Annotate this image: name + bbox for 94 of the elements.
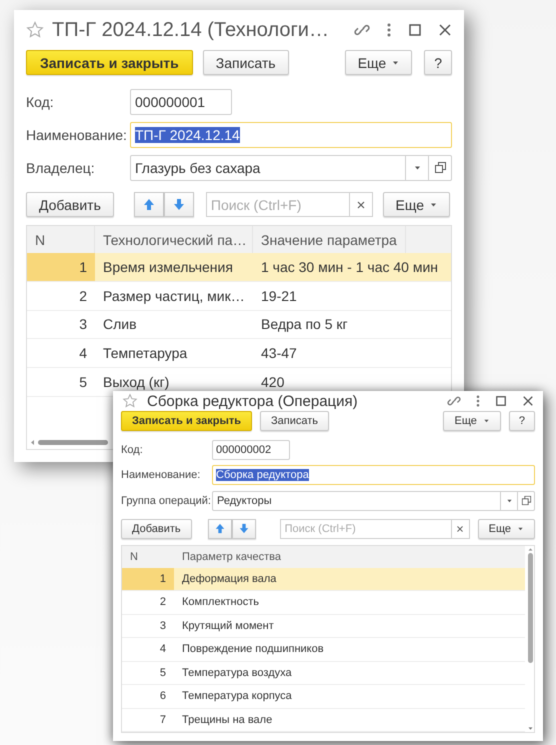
more-icon[interactable] (386, 22, 392, 38)
table-row[interactable]: 7 Трещины на вале (122, 708, 525, 732)
add-button[interactable]: Добавить (26, 192, 114, 217)
table-cell-text: 6 (158, 689, 167, 704)
table-cell-text: Темпетарура (102, 344, 188, 364)
table-cell-text: 2 (158, 595, 167, 610)
column-header[interactable]: N (122, 546, 174, 568)
table-cell: 1 (27, 253, 95, 281)
move-down-button[interactable] (164, 192, 194, 217)
field-label: Владелец: (26, 160, 96, 176)
table-row[interactable]: 1 Время измельчения 1 час 30 мин - 1 час 40 мин (27, 253, 451, 282)
table-cell-text: 2 (78, 286, 88, 306)
table-cell: 1 (122, 568, 174, 590)
link-icon[interactable] (447, 394, 461, 408)
scroll-left-icon[interactable] (31, 440, 34, 444)
more-button[interactable]: Еще (443, 411, 501, 431)
caret-icon (392, 60, 400, 64)
table-cell-text: Выход (кг) (102, 373, 170, 392)
table-row[interactable]: 1 Деформация вала (122, 568, 525, 591)
field-label: Код: (121, 444, 144, 456)
up-arrow-icon (214, 522, 225, 534)
table-cell-text: 7 (158, 712, 167, 728)
clear-icon[interactable] (356, 200, 364, 208)
save-button[interactable]: Записать (260, 411, 330, 431)
input-field[interactable]: ТП-Г 2024.12.14 (130, 122, 452, 148)
table-row[interactable]: 4 Темпетарура 43-47 (27, 339, 451, 368)
window-title: ТП-Г 2024.12.14 (Технологи… (52, 18, 329, 42)
table-cell-text: 19-21 (260, 286, 298, 306)
table-row[interactable]: 6 Температура корпуса (122, 685, 525, 708)
star-icon[interactable] (122, 393, 138, 409)
move-up-button[interactable] (208, 518, 232, 538)
table-row[interactable]: 2 Комплектность (122, 591, 525, 614)
table-cell-text: 5 (158, 666, 167, 681)
table-cell-text: Температура корпуса (181, 689, 293, 704)
star-icon[interactable] (26, 21, 44, 39)
table-cell-text: 420 (260, 373, 286, 392)
field-label: Наименование: (121, 469, 202, 482)
help-button[interactable]: ? (424, 50, 452, 75)
input-field[interactable]: 000000002 (212, 440, 290, 460)
input-field[interactable]: 000000001 (130, 88, 232, 114)
more-button[interactable]: Еще (478, 518, 535, 538)
column-header[interactable]: Параметр качества (174, 546, 289, 568)
field-label: Код: (26, 94, 55, 110)
more-button[interactable]: Еще (382, 192, 450, 217)
table-cell-text: Размер частиц, мик… (102, 286, 246, 306)
scroll-up-icon[interactable] (528, 548, 532, 550)
table-cell-text: Комплектность (181, 595, 260, 610)
table-cell-text: Ведра по 5 кг (260, 315, 349, 334)
table-row[interactable]: 3 Слив Ведра по 5 кг (27, 310, 451, 340)
maximize-icon[interactable] (495, 395, 507, 407)
save-button[interactable]: Записать (202, 50, 289, 75)
table-cell-text: Повреждение подшипников (181, 642, 325, 658)
scrollbar[interactable] (527, 548, 533, 730)
table-cell-text: Крутящий момент (181, 618, 275, 634)
down-arrow-icon (172, 198, 185, 211)
caret-icon (430, 202, 437, 206)
table-cell-text: 1 час 30 мин - 1 час 40 мин (260, 258, 440, 277)
move-up-button[interactable] (134, 192, 164, 217)
save-and-close-button[interactable]: Записать и закрыть (121, 411, 252, 431)
more-button[interactable]: Еще (344, 50, 412, 75)
table-cell-text: Трещины на вале (181, 712, 274, 728)
maximize-icon[interactable] (408, 23, 422, 37)
table-cell-text: Слив (102, 315, 138, 334)
up-arrow-icon (142, 198, 155, 211)
table-cell-text: 4 (78, 344, 88, 364)
field-label: Наименование: (26, 126, 128, 142)
table-row[interactable]: 3 Крутящий момент (122, 614, 525, 638)
table-cell-text: Температура воздуха (181, 666, 293, 681)
caret-icon (483, 419, 490, 423)
more-icon[interactable] (475, 394, 481, 408)
table-row[interactable]: 2 Размер частиц, мик… 19-21 (27, 282, 451, 311)
scroll-down-icon[interactable] (528, 727, 532, 730)
table-cell-text: 43-47 (260, 344, 298, 364)
table-cell-text: 4 (158, 642, 167, 658)
table-cell-text: 3 (158, 618, 167, 634)
table-cell-text: Деформация вала (181, 572, 278, 587)
scrollbar[interactable] (31, 439, 109, 445)
close-icon[interactable] (522, 395, 534, 407)
link-icon[interactable] (354, 22, 370, 38)
down-arrow-icon (238, 522, 249, 534)
caret-icon (518, 526, 524, 530)
table-cell-text: 5 (78, 373, 88, 392)
help-button[interactable]: ? (508, 411, 535, 431)
close-icon[interactable] (438, 23, 452, 37)
table-cell-text: Время измельчения (102, 258, 234, 277)
add-button[interactable]: Добавить (121, 518, 192, 538)
table-cell-text: 3 (78, 315, 88, 334)
save-and-close-button[interactable]: Записать и закрыть (26, 50, 193, 75)
table-row[interactable]: 4 Повреждение подшипников (122, 638, 525, 662)
field-label: Группа операций: (121, 494, 212, 507)
table-row[interactable]: 5 Температура воздуха (122, 662, 525, 685)
move-down-button[interactable] (232, 518, 256, 538)
input-field[interactable]: Сборка редуктора (212, 465, 535, 486)
clear-icon[interactable] (456, 525, 464, 532)
